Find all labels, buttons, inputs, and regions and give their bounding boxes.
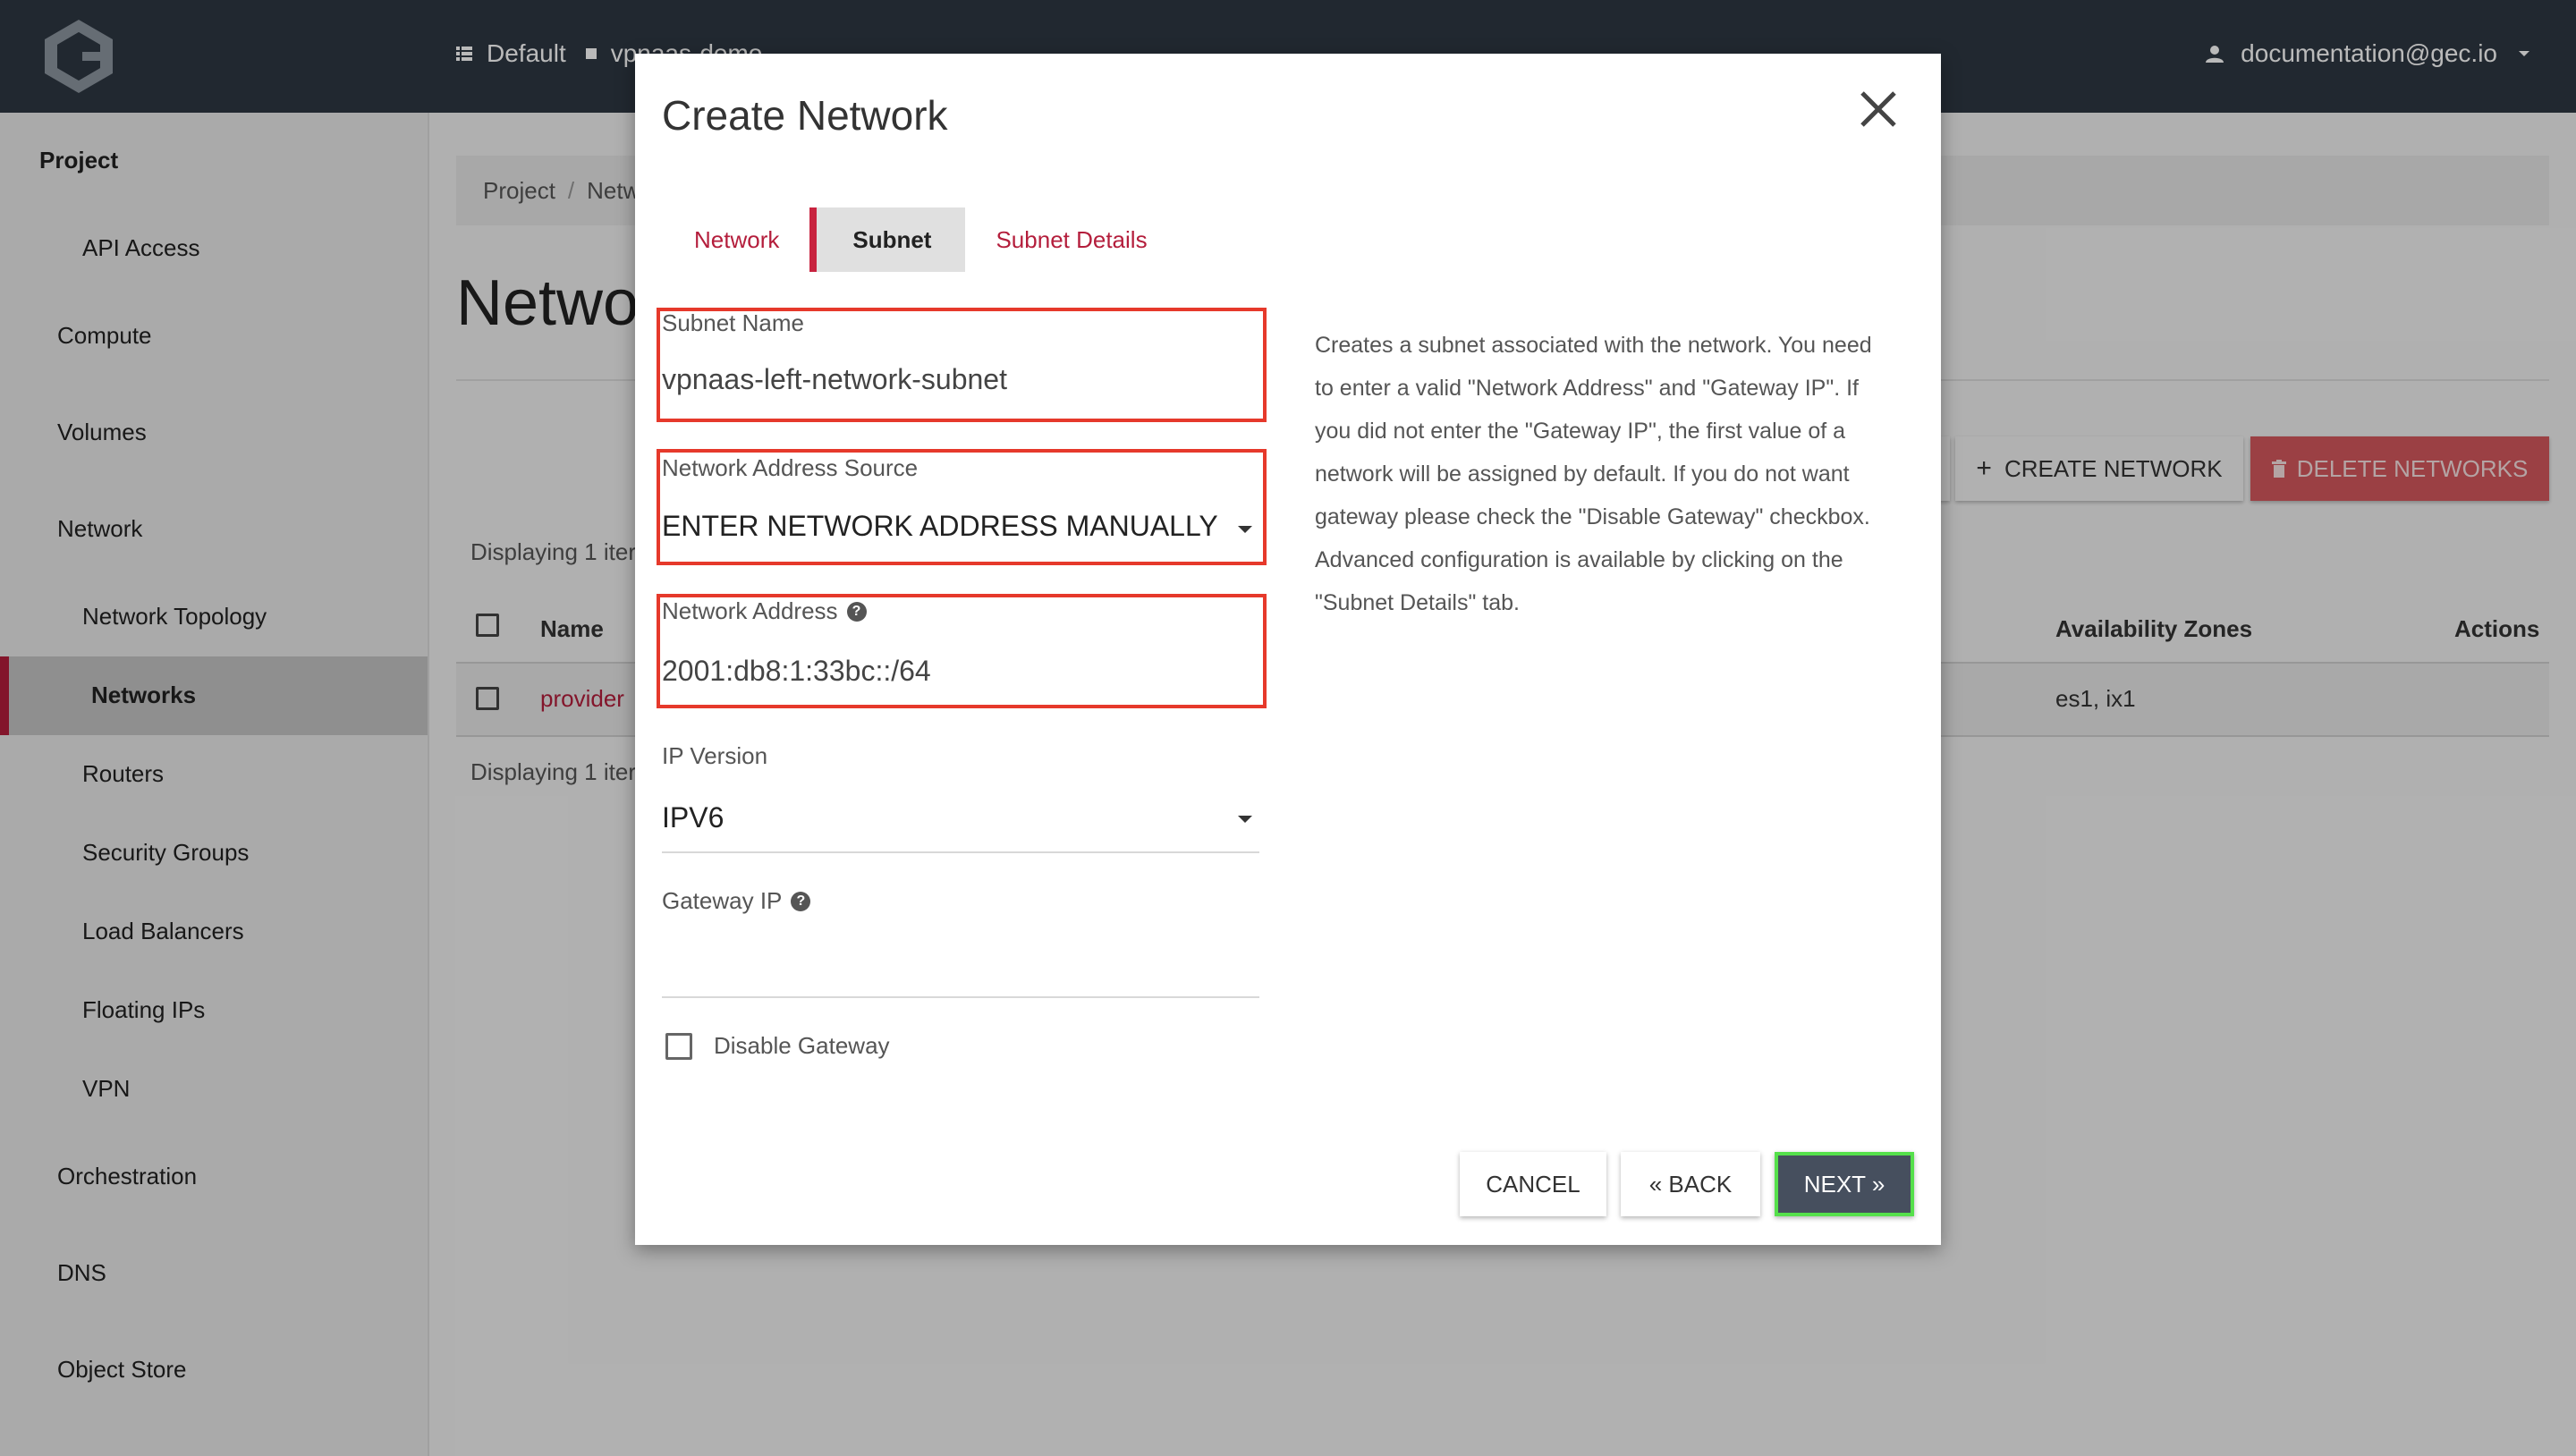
create-network-modal: Create Network Network Subnet Subnet Det…: [635, 54, 1941, 1245]
tab-subnet-details[interactable]: Subnet Details: [965, 207, 1177, 272]
close-icon[interactable]: [1855, 86, 1902, 132]
checkbox-icon[interactable]: [665, 1032, 692, 1060]
ip-version-field: IP Version IPV6: [662, 742, 1259, 853]
gateway-ip-input[interactable]: [662, 943, 1259, 976]
help-icon[interactable]: ?: [791, 891, 811, 911]
modal-title: Create Network: [662, 92, 948, 139]
gateway-ip-underline: [662, 996, 1259, 998]
next-button[interactable]: NEXT »: [1775, 1152, 1914, 1216]
ip-version-underline: [662, 851, 1259, 853]
caret-down-icon: [1238, 816, 1252, 823]
disable-gateway-row[interactable]: Disable Gateway: [665, 1032, 890, 1060]
gateway-ip-field: Gateway IP ?: [662, 887, 1259, 998]
disable-gateway-label: Disable Gateway: [714, 1032, 890, 1059]
wizard-tabs: Network Subnet Subnet Details: [664, 207, 1178, 272]
tab-network[interactable]: Network: [664, 207, 809, 272]
network-address-highlight: [657, 594, 1267, 708]
tab-subnet[interactable]: Subnet: [809, 207, 966, 272]
ip-version-select[interactable]: IPV6: [662, 801, 724, 834]
subnet-description: Creates a subnet associated with the net…: [1315, 333, 1872, 615]
cancel-button[interactable]: CANCEL: [1460, 1152, 1606, 1216]
address-source-highlight: [657, 449, 1267, 565]
ip-version-label: IP Version: [662, 742, 768, 769]
back-button[interactable]: « BACK: [1621, 1152, 1760, 1216]
gateway-ip-label: Gateway IP: [662, 887, 783, 914]
subnet-name-highlight: [657, 308, 1267, 422]
